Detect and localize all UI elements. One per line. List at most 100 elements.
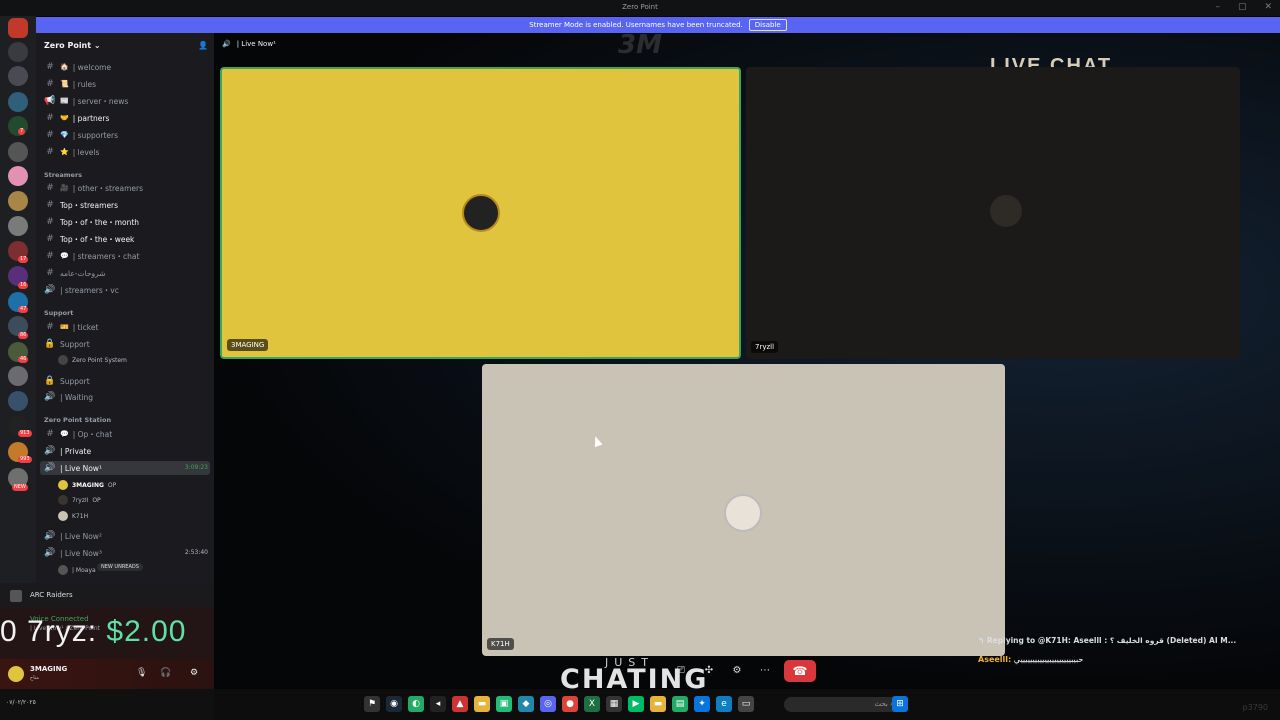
server-icon[interactable] [8, 66, 28, 86]
mic-icon[interactable]: 🎙 [136, 668, 147, 678]
channel-live-now-3[interactable]: 🔊 | Live Now³ [44, 546, 102, 560]
chat-text: حبيبيييييييييييييييييييييي [1013, 655, 1084, 664]
channel-server-news[interactable]: 📢 📰 | server・news [44, 94, 128, 108]
server-icon[interactable] [8, 391, 28, 411]
soundboard-icon[interactable]: ⚙ [728, 662, 746, 680]
mention-badge: 46 [18, 356, 29, 363]
tile-username: 7ryzاا [751, 341, 779, 353]
channel-ticket[interactable]: # 🎫 | ticket [44, 320, 98, 334]
video-tile[interactable]: 3MAGING [220, 67, 741, 359]
server-name[interactable]: Zero Point ⌄ [44, 41, 101, 50]
new-badge: NEW [12, 484, 28, 491]
video-tile[interactable]: K71H [482, 364, 1005, 656]
app-icon[interactable]: ◂ [430, 696, 446, 712]
folder-icon[interactable]: ▬ [650, 696, 666, 712]
server-icon[interactable] [8, 366, 28, 386]
voice-user[interactable]: | Moaya [58, 564, 96, 576]
app-icon[interactable]: ⚑ [364, 696, 380, 712]
close-button[interactable]: ✕ [1264, 2, 1272, 12]
mention-badge: 86 [18, 332, 29, 339]
stage-header: 🔊 | Live Now¹ [222, 40, 276, 48]
discord-icon[interactable]: ◎ [540, 696, 556, 712]
channel-levels[interactable]: # ⭐ | levels [44, 145, 99, 159]
reply-preview: ↰ Replying to @K71H: Aseelll : قروه الخل… [978, 636, 1237, 645]
avatar [58, 495, 68, 505]
avatar [58, 355, 68, 365]
channel-arabic-guides[interactable]: # شروحات-عامه [44, 266, 105, 280]
voice-user[interactable]: Zero Point System [58, 354, 127, 366]
channel-private[interactable]: 🔊 | Private [44, 444, 91, 458]
activity-panel[interactable]: ARC Raiders [0, 583, 214, 607]
server-icon[interactable] [8, 142, 28, 162]
minimize-button[interactable]: – [1215, 2, 1220, 12]
mention-badge: 47 [18, 306, 29, 313]
discord-home-icon[interactable] [8, 18, 28, 38]
mention-badge: 16 [18, 282, 29, 289]
channel-streamers-chat[interactable]: # 💬 | streamers・chat [44, 249, 139, 263]
server-icon[interactable] [8, 42, 28, 62]
channel-welcome[interactable]: # 🏠 | welcome [44, 60, 111, 74]
channel-top-streamers[interactable]: # Top・streamers [44, 198, 118, 212]
app-icon[interactable]: ▶ [628, 696, 644, 712]
app-icon[interactable]: ◐ [408, 696, 424, 712]
channel-live-now-2[interactable]: 🔊 | Live Now² [44, 529, 102, 543]
disable-button[interactable]: Disable [748, 19, 787, 31]
corner-watermark: p3790 [1242, 703, 1268, 712]
invite-icon[interactable]: 👤 [198, 41, 208, 50]
taskbar-apps: ⚑ ◉ ◐ ◂ ▲ ▬ ▣ ◆ ◎ ● X ▦ ▶ ▬ ▤ ✦ e ▭ [364, 696, 754, 712]
gear-icon[interactable]: ⚙ [190, 668, 198, 678]
folder-icon[interactable]: ▬ [474, 696, 490, 712]
activities-icon[interactable]: ✣ [700, 662, 718, 680]
channel-top-month[interactable]: # Top・of・the・month [44, 215, 139, 229]
server-icon[interactable] [8, 216, 28, 236]
app-icon[interactable]: ◆ [518, 696, 534, 712]
tile-username: K71H [487, 638, 514, 650]
window-controls: – ▢ ✕ [1215, 2, 1272, 12]
channel-top-week[interactable]: # Top・of・the・week [44, 232, 134, 246]
voice-user[interactable]: 3MAGING OP [58, 479, 116, 491]
more-icon[interactable]: ⋯ [756, 662, 774, 680]
user-panel: 3MAGING متاح 🎙 🎧 ⚙ [0, 659, 214, 689]
channel-rules[interactable]: # 📜 | rules [44, 77, 96, 91]
video-tile[interactable]: 7ryzاا [746, 67, 1240, 359]
maximize-button[interactable]: ▢ [1238, 2, 1247, 12]
channel-op-chat[interactable]: # 💬 | Op・chat [44, 427, 112, 441]
channel-partners[interactable]: # 🤝 | partners [44, 111, 109, 125]
avatar[interactable] [8, 666, 24, 682]
channel-other-streamers[interactable]: # 🎥 | other・streamers [44, 181, 143, 195]
app-icon[interactable]: ▤ [672, 696, 688, 712]
channel-supporters[interactable]: # 💎 | supporters [44, 128, 118, 142]
screen-share-icon[interactable]: ⎚ [672, 662, 690, 680]
steam-icon[interactable]: ◉ [386, 696, 402, 712]
new-unreads-badge[interactable]: NEW UNREADS [97, 563, 143, 571]
category-streamers[interactable]: Streamers [44, 171, 82, 179]
windows-start-icon[interactable]: ⊞ [892, 696, 908, 712]
server-icon[interactable] [8, 166, 28, 186]
category-support[interactable]: Support [44, 309, 73, 317]
brave-icon[interactable]: ▲ [452, 696, 468, 712]
mention-badge: 7 [18, 128, 26, 135]
end-call-button[interactable]: ☎ [784, 660, 816, 682]
excel-icon[interactable]: X [584, 696, 600, 712]
app-icon[interactable]: ▣ [496, 696, 512, 712]
headset-icon[interactable]: 🎧 [160, 668, 171, 678]
voice-user[interactable]: K71H [58, 510, 88, 522]
channel-waiting[interactable]: 🔊 | Waiting [44, 390, 93, 404]
avatar [724, 494, 762, 532]
edge-icon[interactable]: e [716, 696, 732, 712]
category-station[interactable]: Zero Point Station [44, 416, 111, 424]
server-icon[interactable] [8, 92, 28, 112]
taskbar-search[interactable]: بحث ⌕ [784, 697, 902, 712]
voice-user[interactable]: 7ryzاا OP [58, 494, 101, 506]
channel-support-locked[interactable]: 🔒 Support [44, 337, 89, 351]
channel-streamers-vc[interactable]: 🔊 | streamers・vc [44, 283, 118, 297]
tray-clock: ٠٧/٠٢/٢٠٢٥ [6, 699, 36, 706]
avatar [990, 195, 1022, 227]
server-icon[interactable] [8, 191, 28, 211]
donation-alert: 0 7ryz: $2.00 [0, 615, 186, 649]
channel-support-2[interactable]: 🔒 Support [44, 374, 89, 388]
app-icon[interactable]: ✦ [694, 696, 710, 712]
app-icon[interactable]: ▦ [606, 696, 622, 712]
app-icon[interactable]: ▭ [738, 696, 754, 712]
chrome-icon[interactable]: ● [562, 696, 578, 712]
